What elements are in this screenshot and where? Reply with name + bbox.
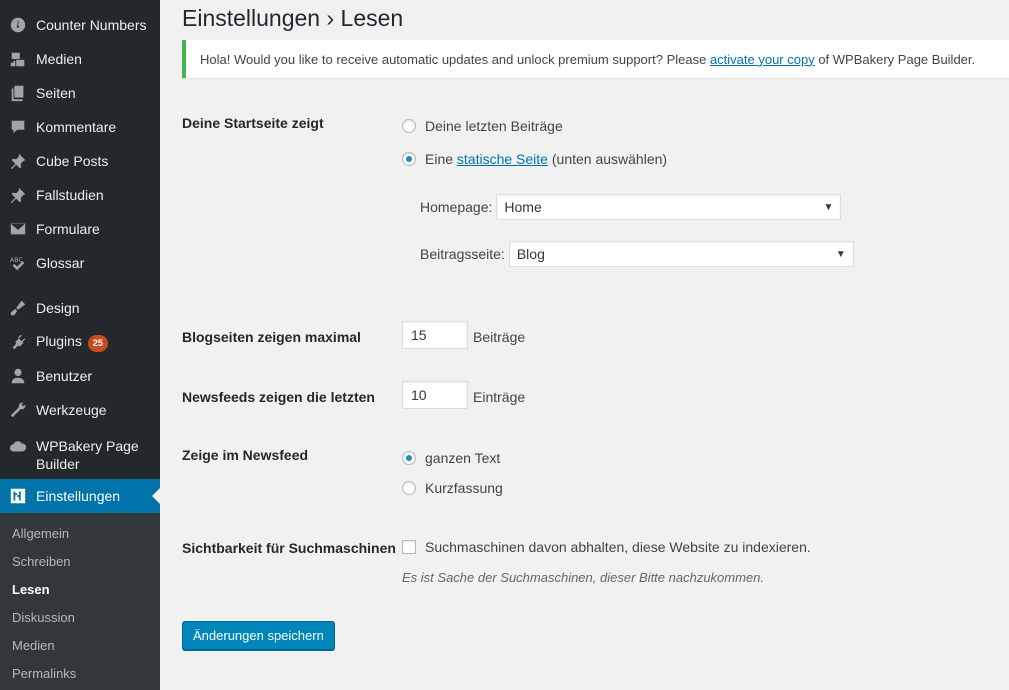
feeds-count-input[interactable]: 10 [402,381,468,409]
menu-item-plugins[interactable]: Plugins 25 [0,325,160,359]
feed-option-summary[interactable]: Kurzfassung [402,480,503,496]
menu-label: Plugins 25 [36,333,108,352]
notice-text: Hola! Would you like to receive automati… [200,52,975,67]
front-page-option-latest[interactable]: Deine letzten Beiträge [402,118,563,134]
menu-item-counter-numbers[interactable]: Counter Numbers [0,8,160,42]
menu-label: Kommentare [36,119,117,135]
discourage-search-checkbox[interactable] [402,540,416,554]
menu-label: Seiten [36,85,76,101]
homepage-label: Homepage: [420,199,493,215]
spellcheck-icon: ABC [8,253,28,273]
homepage-selected-value: Home [504,199,542,215]
menu-label: Formulare [36,221,100,237]
radio-full-text-label: ganzen Text [425,450,501,466]
notice-text-before: Hola! Would you like to receive automati… [200,51,710,67]
notice-text-after: of WPBakery Page Builder. [814,51,976,67]
menu-item-werkzeuge[interactable]: Werkzeuge [0,393,160,427]
radio-summary-label: Kurzfassung [425,480,503,496]
posts-per-page-input[interactable]: 15 [402,321,468,349]
menu-label: Fallstudien [36,187,104,203]
save-changes-button[interactable]: Änderungen speichern [182,621,335,650]
menu-label: Medien [36,51,82,67]
posts-page-select[interactable]: Blog ▼ [508,241,854,267]
menu-item-einstellungen[interactable]: Einstellungen [0,479,160,513]
pin-icon [8,151,28,171]
menu-label: Benutzer [36,368,93,384]
submenu-item-permalinks[interactable]: Permalinks [12,666,76,681]
feeds-unit: Einträge [473,389,526,405]
feed-option-full[interactable]: ganzen Text [402,450,500,466]
plugin-icon [8,332,28,352]
posts-page-label: Beitragsseite: [420,246,505,262]
front-page-label: Deine Startseite zeigt [182,115,324,131]
menu-item-wpbakery[interactable]: WPBakery Page Builder [0,431,160,479]
menu-label: Glossar [36,255,85,271]
menu-label: Werkzeuge [36,402,107,418]
menu-item-medien[interactable]: Medien [0,42,160,76]
submenu-item-medien[interactable]: Medien [12,638,55,653]
radio-full-text[interactable] [402,451,416,465]
submenu-item-schreiben[interactable]: Schreiben [12,554,71,569]
media-icon [8,49,28,69]
radio-summary[interactable] [402,481,416,495]
pages-icon [8,83,28,103]
radio-latest-posts[interactable] [402,119,416,133]
menu-item-kommentare[interactable]: Kommentare [0,110,160,144]
dashboard-gauge-icon [8,15,28,35]
submenu-item-lesen[interactable]: Lesen [12,582,50,597]
menu-label: Design [36,300,80,316]
posts-per-page-unit: Beiträge [473,329,526,345]
search-visibility-label: Sichtbarkeit für Suchmaschinen [182,540,396,556]
envelope-icon [8,219,28,239]
menu-item-cube-posts[interactable]: Cube Posts [0,144,160,178]
update-notice: Hola! Would you like to receive automati… [182,40,1009,78]
homepage-row: Homepage: Home ▼ [420,194,842,220]
menu-label: Einstellungen [36,488,121,504]
pin-icon [8,185,28,205]
menu-item-seiten[interactable]: Seiten [0,76,160,110]
menu-item-formulare[interactable]: Formulare [0,212,160,246]
user-icon [8,366,28,386]
static-suffix: (unten auswählen) [547,151,668,167]
active-menu-arrow [152,488,160,504]
radio-static-page[interactable] [402,152,416,166]
comment-icon [8,117,28,137]
menu-item-benutzer[interactable]: Benutzer [0,359,160,393]
menu-item-fallstudien[interactable]: Fallstudien [0,178,160,212]
menu-label: Counter Numbers [36,17,147,33]
homepage-select[interactable]: Home ▼ [496,194,842,220]
settings-icon [8,486,28,506]
paintbrush-icon [8,298,28,318]
cloud-icon [8,437,28,457]
discourage-search-checkbox-label: Suchmaschinen davon abhalten, diese Webs… [425,539,811,555]
static-prefix: Eine [425,151,457,167]
search-visibility-description: Es ist Sache der Suchmaschinen, dieser B… [402,570,765,585]
page-title: Einstellungen › Lesen [182,5,404,31]
submenu-item-diskussion[interactable]: Diskussion [12,610,75,625]
posts-page-selected-value: Blog [516,246,545,262]
settings-submenu: Allgemein Schreiben Lesen Diskussion Med… [0,513,160,690]
radio-latest-posts-label: Deine letzten Beiträge [425,118,563,134]
menu-item-glossar[interactable]: ABC Glossar [0,246,160,280]
menu-item-design[interactable]: Design [0,291,160,325]
wrench-icon [8,400,28,420]
menu-label: Cube Posts [36,153,109,169]
search-visibility-option[interactable]: Suchmaschinen davon abhalten, diese Webs… [402,539,811,555]
plugins-label: Plugins [36,332,82,349]
chevron-down-icon: ▼ [823,201,834,213]
feeds-label: Newsfeeds zeigen die letzten [182,389,375,405]
feed-content-label: Zeige im Newsfeed [182,447,309,463]
chevron-down-icon: ▼ [835,248,846,260]
front-page-option-static[interactable]: Eine statische Seite (unten auswählen) [402,151,667,167]
radio-static-page-label: Eine statische Seite (unten auswählen) [425,151,667,167]
posts-page-row: Beitragsseite: Blog ▼ [420,241,854,267]
activate-copy-link[interactable]: activate your copy [710,52,815,67]
menu-label: WPBakery Page Builder [36,438,139,472]
admin-sidebar: Counter Numbers Medien Seiten Kommentare… [0,0,160,690]
static-page-link[interactable]: statische Seite [457,151,548,167]
update-count-badge: 25 [87,334,108,352]
submenu-item-allgemein[interactable]: Allgemein [12,526,69,541]
posts-per-page-label: Blogseiten zeigen maximal [182,329,361,345]
